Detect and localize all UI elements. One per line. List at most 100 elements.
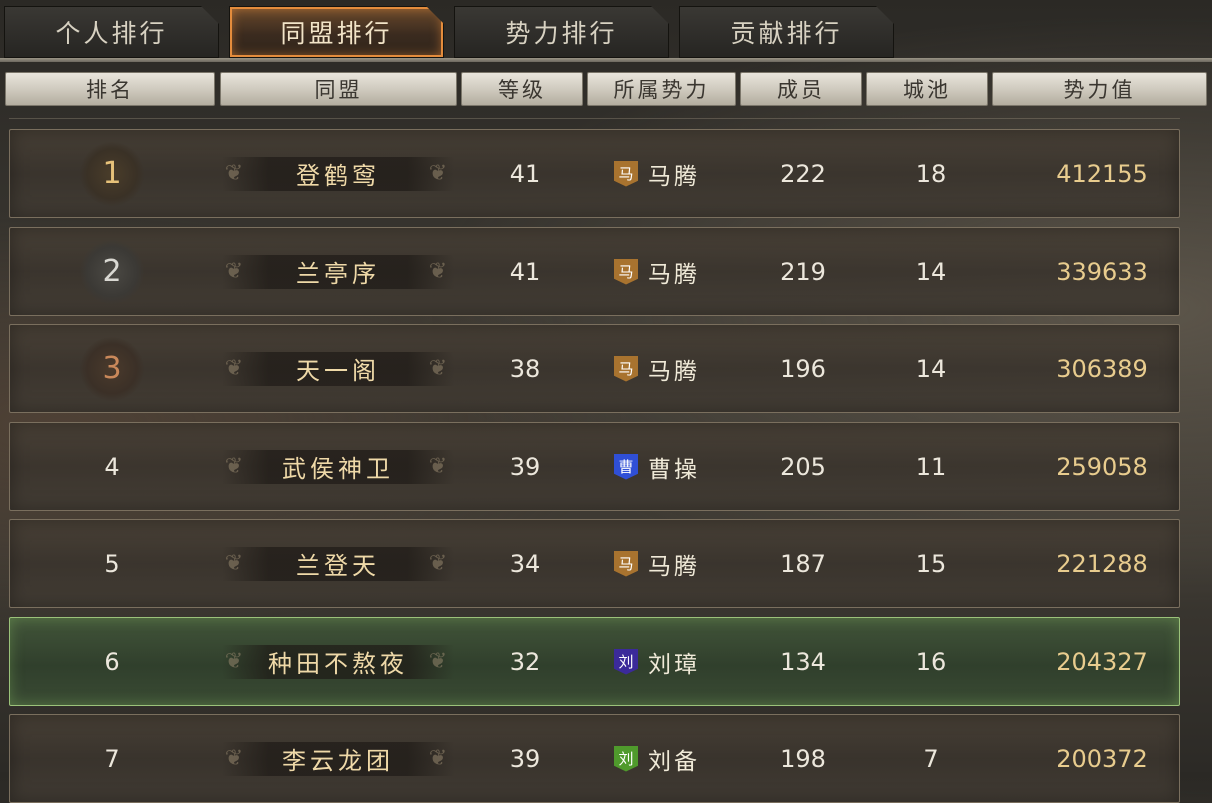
alliance-cell: ❦ 李云龙团 ❦ (222, 715, 454, 802)
faction-cell: 马 马腾 (600, 520, 730, 607)
scroll-ornament-icon: ❦ (428, 355, 452, 381)
alliance-name: 兰登天 (296, 552, 380, 580)
table-header: 排名 同盟 等级 所属势力 成员 城池 势力值 (0, 72, 1212, 106)
faction-name: 马腾 (648, 163, 700, 190)
scroll-ornament-icon: ❦ (428, 550, 452, 576)
cities-value: 11 (915, 452, 947, 481)
alliance-name: 天一阁 (296, 357, 380, 385)
table-row[interactable]: 5 ❦ 兰登天 ❦ 34 马 马腾 187 15 221288 (9, 519, 1180, 608)
scroll-ornament-icon: ❦ (224, 453, 248, 479)
table-row[interactable]: 3 ❦ 天一阁 ❦ 38 马 马腾 196 14 306389 (9, 324, 1180, 413)
level-value: 39 (509, 744, 541, 773)
alliance-cell: ❦ 武侯神卫 ❦ (222, 423, 454, 510)
faction-badge-icon: 马 (614, 258, 638, 285)
table-row[interactable]: 1 ❦ 登鹤窎 ❦ 41 马 马腾 222 18 412155 (9, 129, 1180, 218)
alliance-name: 登鹤窎 (296, 162, 380, 190)
alliance-name-plate[interactable]: ❦ 李云龙团 ❦ (222, 741, 454, 776)
faction-name: 曹操 (648, 456, 700, 483)
scroll-ornament-icon: ❦ (224, 550, 248, 576)
faction-badge-icon: 刘 (614, 745, 638, 772)
cities-value: 14 (915, 354, 947, 383)
alliance-name: 兰亭序 (296, 260, 380, 288)
members-value: 205 (780, 452, 826, 481)
tab-faction-ranking[interactable]: 势力排行 (454, 6, 669, 58)
members-value: 134 (780, 647, 826, 676)
faction-cell: 曹 曹操 (600, 423, 730, 510)
header-members[interactable]: 成员 (740, 72, 862, 106)
alliance-cell: ❦ 天一阁 ❦ (222, 325, 454, 412)
level-value: 39 (509, 452, 541, 481)
faction-cell: 刘 刘备 (600, 715, 730, 802)
cities-value: 14 (915, 257, 947, 286)
faction-badge-icon: 曹 (614, 453, 638, 480)
faction-name: 马腾 (648, 261, 700, 288)
cities-value: 7 (923, 744, 939, 773)
tabs-divider (0, 58, 1212, 62)
scroll-ornament-icon: ❦ (428, 453, 452, 479)
alliance-name-plate[interactable]: ❦ 天一阁 ❦ (222, 351, 454, 386)
faction-cell: 马 马腾 (600, 130, 730, 217)
table-row[interactable]: 6 ❦ 种田不熬夜 ❦ 32 刘 刘璋 134 16 204327 (9, 617, 1180, 706)
rank-cell: 7 (72, 715, 152, 802)
tab-personal-ranking[interactable]: 个人排行 (4, 6, 219, 58)
scroll-ornament-icon: ❦ (428, 258, 452, 284)
rank-cell: 2 (72, 228, 152, 315)
power-value: 200372 (1056, 744, 1148, 773)
power-value: 339633 (1056, 257, 1148, 286)
table-row[interactable]: 4 ❦ 武侯神卫 ❦ 39 曹 曹操 205 11 259058 (9, 422, 1180, 511)
alliance-name-plate[interactable]: ❦ 登鹤窎 ❦ (222, 156, 454, 191)
level-value: 41 (509, 159, 541, 188)
rank-cell: 6 (72, 618, 152, 705)
rank-cell: 1 (72, 130, 152, 217)
scroll-ornament-icon: ❦ (428, 160, 452, 186)
header-rank[interactable]: 排名 (5, 72, 215, 106)
members-value: 196 (780, 354, 826, 383)
power-value: 412155 (1056, 159, 1148, 188)
faction-name: 马腾 (648, 358, 700, 385)
rank-number: 7 (104, 744, 120, 773)
rank-cell: 4 (72, 423, 152, 510)
alliance-name-plate[interactable]: ❦ 武侯神卫 ❦ (222, 449, 454, 484)
rank-number: 2 (102, 254, 122, 289)
members-value: 219 (780, 257, 826, 286)
alliance-name-plate[interactable]: ❦ 兰登天 ❦ (222, 546, 454, 581)
faction-cell: 马 马腾 (600, 228, 730, 315)
tab-alliance-ranking[interactable]: 同盟排行 (229, 6, 444, 58)
header-faction[interactable]: 所属势力 (587, 72, 736, 106)
header-level[interactable]: 等级 (461, 72, 583, 106)
members-value: 187 (780, 549, 826, 578)
faction-name: 刘备 (648, 748, 700, 775)
alliance-cell: ❦ 登鹤窎 ❦ (222, 130, 454, 217)
cities-value: 16 (915, 647, 947, 676)
faction-badge-icon: 马 (614, 160, 638, 187)
alliance-cell: ❦ 兰登天 ❦ (222, 520, 454, 607)
header-separator (9, 118, 1180, 119)
table-row[interactable]: 7 ❦ 李云龙团 ❦ 39 刘 刘备 198 7 200372 (9, 714, 1180, 803)
power-value: 204327 (1056, 647, 1148, 676)
alliance-name-plate[interactable]: ❦ 兰亭序 ❦ (222, 254, 454, 289)
rank-number: 4 (104, 452, 120, 481)
tab-contribution-ranking[interactable]: 贡献排行 (679, 6, 894, 58)
header-cities[interactable]: 城池 (866, 72, 988, 106)
alliance-cell: ❦ 兰亭序 ❦ (222, 228, 454, 315)
header-alliance[interactable]: 同盟 (220, 72, 457, 106)
scroll-ornament-icon: ❦ (224, 745, 248, 771)
rank-medal-icon: 1 (80, 141, 144, 206)
rank-cell: 3 (72, 325, 152, 412)
rank-number: 5 (104, 549, 120, 578)
faction-badge-icon: 马 (614, 355, 638, 382)
level-value: 34 (509, 549, 541, 578)
table-row[interactable]: 2 ❦ 兰亭序 ❦ 41 马 马腾 219 14 339633 (9, 227, 1180, 316)
level-value: 38 (509, 354, 541, 383)
alliance-name: 种田不熬夜 (268, 650, 408, 678)
scroll-ornament-icon: ❦ (224, 160, 248, 186)
members-value: 198 (780, 744, 826, 773)
rank-number: 3 (102, 351, 122, 386)
alliance-name-plate[interactable]: ❦ 种田不熬夜 ❦ (222, 644, 454, 679)
header-power[interactable]: 势力值 (992, 72, 1207, 106)
level-value: 32 (509, 647, 541, 676)
scroll-ornament-icon: ❦ (224, 355, 248, 381)
rank-medal-icon: 2 (80, 239, 144, 304)
faction-cell: 马 马腾 (600, 325, 730, 412)
level-value: 41 (509, 257, 541, 286)
